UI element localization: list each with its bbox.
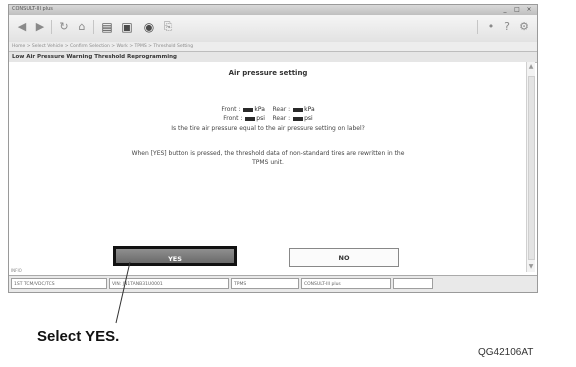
leader-line (115, 261, 131, 324)
callout-text: Select YES. (37, 328, 120, 345)
figure-code: QG42106AT (478, 347, 534, 358)
callout-leader-line (115, 261, 131, 324)
